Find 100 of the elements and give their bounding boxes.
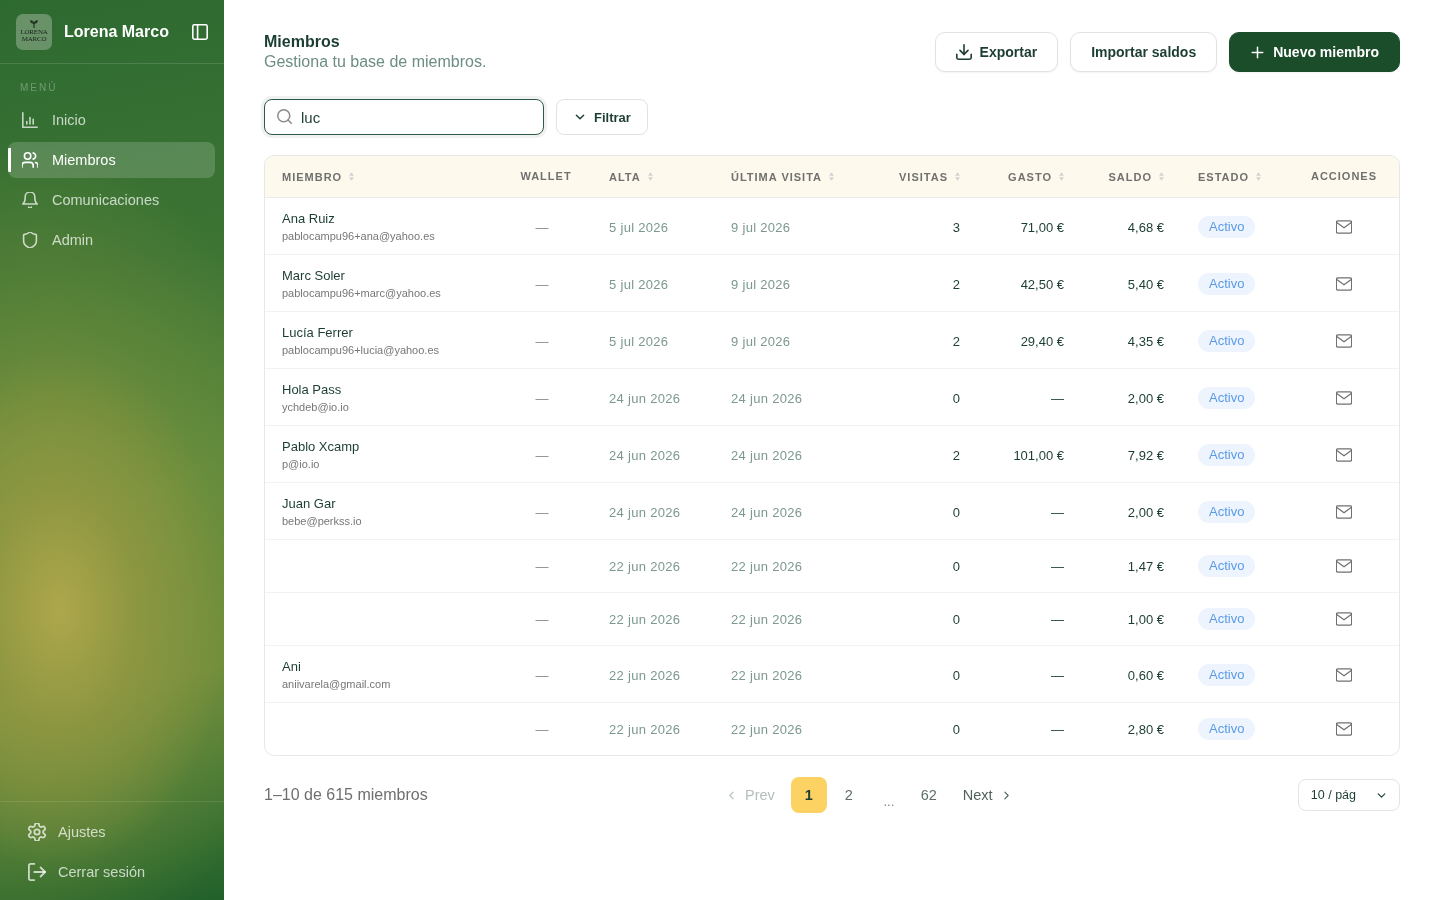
logout-link[interactable]: Cerrar sesión bbox=[8, 854, 216, 890]
status-badge: Activo bbox=[1198, 216, 1256, 238]
table-cell: 24 jun 2026 bbox=[731, 447, 803, 463]
send-email-button[interactable] bbox=[1336, 611, 1352, 627]
page-button[interactable]: 1 bbox=[790, 777, 827, 813]
table-cell: 9 jul 2026 bbox=[731, 219, 791, 235]
table-cell: — bbox=[1051, 504, 1064, 520]
export-button[interactable]: Exportar bbox=[934, 32, 1059, 72]
settings-link[interactable]: Ajustes bbox=[8, 814, 216, 850]
sort-button[interactable]: VISITAS bbox=[899, 170, 960, 183]
next-button[interactable]: Next bbox=[950, 777, 1024, 813]
table-cell: — bbox=[535, 721, 549, 737]
nav-item[interactable]: Miembros bbox=[8, 142, 215, 178]
nav-item[interactable]: Inicio bbox=[8, 102, 215, 138]
column-header: WALLET bbox=[520, 169, 572, 182]
table-cell: 5 jul 2026 bbox=[609, 219, 669, 235]
table-cell: 0 bbox=[952, 390, 960, 406]
table-cell: 22 jun 2026 bbox=[609, 721, 681, 737]
member-email: bebe@perkss.io bbox=[282, 514, 362, 528]
member-name: Juan Gar bbox=[282, 496, 337, 512]
table-cell: 24 jun 2026 bbox=[731, 390, 803, 406]
sort-button[interactable]: MIEMBRO bbox=[282, 170, 355, 183]
page-button[interactable]: 2 bbox=[830, 777, 867, 813]
page-title: Miembros bbox=[264, 32, 341, 52]
send-email-button[interactable] bbox=[1336, 276, 1352, 292]
sort-icon bbox=[647, 172, 653, 181]
send-email-button[interactable] bbox=[1336, 219, 1352, 235]
search-field[interactable]: luc bbox=[264, 99, 544, 135]
mail-icon bbox=[1336, 333, 1352, 349]
shield-icon bbox=[22, 232, 38, 248]
table-cell: 42,50 € bbox=[1020, 276, 1064, 292]
table-cell: 29,40 € bbox=[1020, 333, 1064, 349]
sort-button[interactable]: SALDO bbox=[1108, 170, 1164, 183]
table-cell: — bbox=[535, 276, 549, 292]
mail-icon bbox=[1336, 558, 1352, 574]
table-cell: 9 jul 2026 bbox=[731, 333, 791, 349]
page-size-select[interactable]: 10 / pág bbox=[1297, 779, 1400, 811]
mail-icon bbox=[1336, 219, 1352, 235]
send-email-button[interactable] bbox=[1336, 390, 1352, 406]
table-cell: 2,00 € bbox=[1127, 390, 1164, 406]
page-button[interactable]: 62 bbox=[910, 777, 947, 813]
member-email: aniivarela@gmail.com bbox=[282, 677, 391, 691]
table-cell: 7,92 € bbox=[1127, 447, 1164, 463]
bell-icon bbox=[22, 192, 38, 208]
member-name: Pablo Xcamp bbox=[282, 439, 360, 455]
table-cell: — bbox=[535, 667, 549, 683]
table-cell: 5,40 € bbox=[1127, 276, 1164, 292]
send-email-button[interactable] bbox=[1336, 667, 1352, 683]
member-email: pablocampu96+ana@yahoo.es bbox=[282, 229, 435, 243]
table-cell: 0 bbox=[952, 721, 960, 737]
table-cell: 71,00 € bbox=[1020, 219, 1064, 235]
table-cell: 9 jul 2026 bbox=[731, 276, 791, 292]
page-ellipsis: ... bbox=[882, 793, 896, 809]
sort-button[interactable]: ESTADO bbox=[1198, 170, 1262, 183]
table-cell: — bbox=[535, 611, 549, 627]
sort-button[interactable]: GASTO bbox=[1008, 170, 1064, 183]
users-icon bbox=[22, 152, 38, 168]
download-icon bbox=[955, 44, 972, 60]
table-cell: 101,00 € bbox=[1013, 447, 1064, 463]
filter-button[interactable]: Filtrar bbox=[556, 99, 648, 135]
member-name: Lucía Ferrer bbox=[282, 325, 354, 341]
status-badge: Activo bbox=[1198, 501, 1256, 523]
mail-icon bbox=[1336, 447, 1352, 463]
table-cell: — bbox=[535, 333, 549, 349]
table-cell: — bbox=[1051, 558, 1064, 574]
send-email-button[interactable] bbox=[1336, 447, 1352, 463]
table-cell: 4,35 € bbox=[1127, 333, 1164, 349]
member-email: p@io.io bbox=[282, 457, 321, 471]
sort-icon bbox=[1256, 172, 1262, 181]
table-cell: 22 jun 2026 bbox=[731, 611, 803, 627]
plus-icon bbox=[1250, 44, 1266, 60]
mail-icon bbox=[1336, 721, 1352, 737]
brand-name: Lorena Marco bbox=[64, 22, 170, 41]
send-email-button[interactable] bbox=[1336, 504, 1352, 520]
nav-item[interactable]: Admin bbox=[8, 222, 215, 258]
table-cell: 22 jun 2026 bbox=[731, 721, 803, 737]
status-badge: Activo bbox=[1198, 608, 1256, 630]
member-name: Marc Soler bbox=[282, 268, 346, 284]
status-badge: Activo bbox=[1198, 330, 1256, 352]
member-name: Ani bbox=[282, 659, 302, 675]
table-cell: 24 jun 2026 bbox=[609, 390, 681, 406]
sort-icon bbox=[349, 172, 355, 181]
column-header: ACCIONES bbox=[1310, 169, 1378, 182]
member-name: Ana Ruiz bbox=[282, 211, 336, 227]
send-email-button[interactable] bbox=[1336, 721, 1352, 737]
sort-button[interactable]: ÚLTIMA VISITA bbox=[731, 170, 834, 183]
table-cell: 5 jul 2026 bbox=[609, 333, 669, 349]
table-cell: 3 bbox=[952, 219, 960, 235]
table-cell: 22 jun 2026 bbox=[609, 558, 681, 574]
send-email-button[interactable] bbox=[1336, 333, 1352, 349]
nav-item[interactable]: Comunicaciones bbox=[8, 182, 215, 218]
send-email-button[interactable] bbox=[1336, 558, 1352, 574]
table-cell: 2,00 € bbox=[1127, 504, 1164, 520]
sort-button[interactable]: ALTA bbox=[609, 170, 653, 183]
new-member-button[interactable]: Nuevo miembro bbox=[1229, 32, 1400, 72]
sidebar-toggle-icon bbox=[192, 23, 208, 40]
member-email: pablocampu96+lucia@yahoo.es bbox=[282, 343, 440, 357]
table-cell: 2,80 € bbox=[1127, 721, 1164, 737]
import-button[interactable]: Importar saldos bbox=[1070, 32, 1218, 72]
collapse-sidebar-button[interactable] bbox=[192, 23, 208, 40]
